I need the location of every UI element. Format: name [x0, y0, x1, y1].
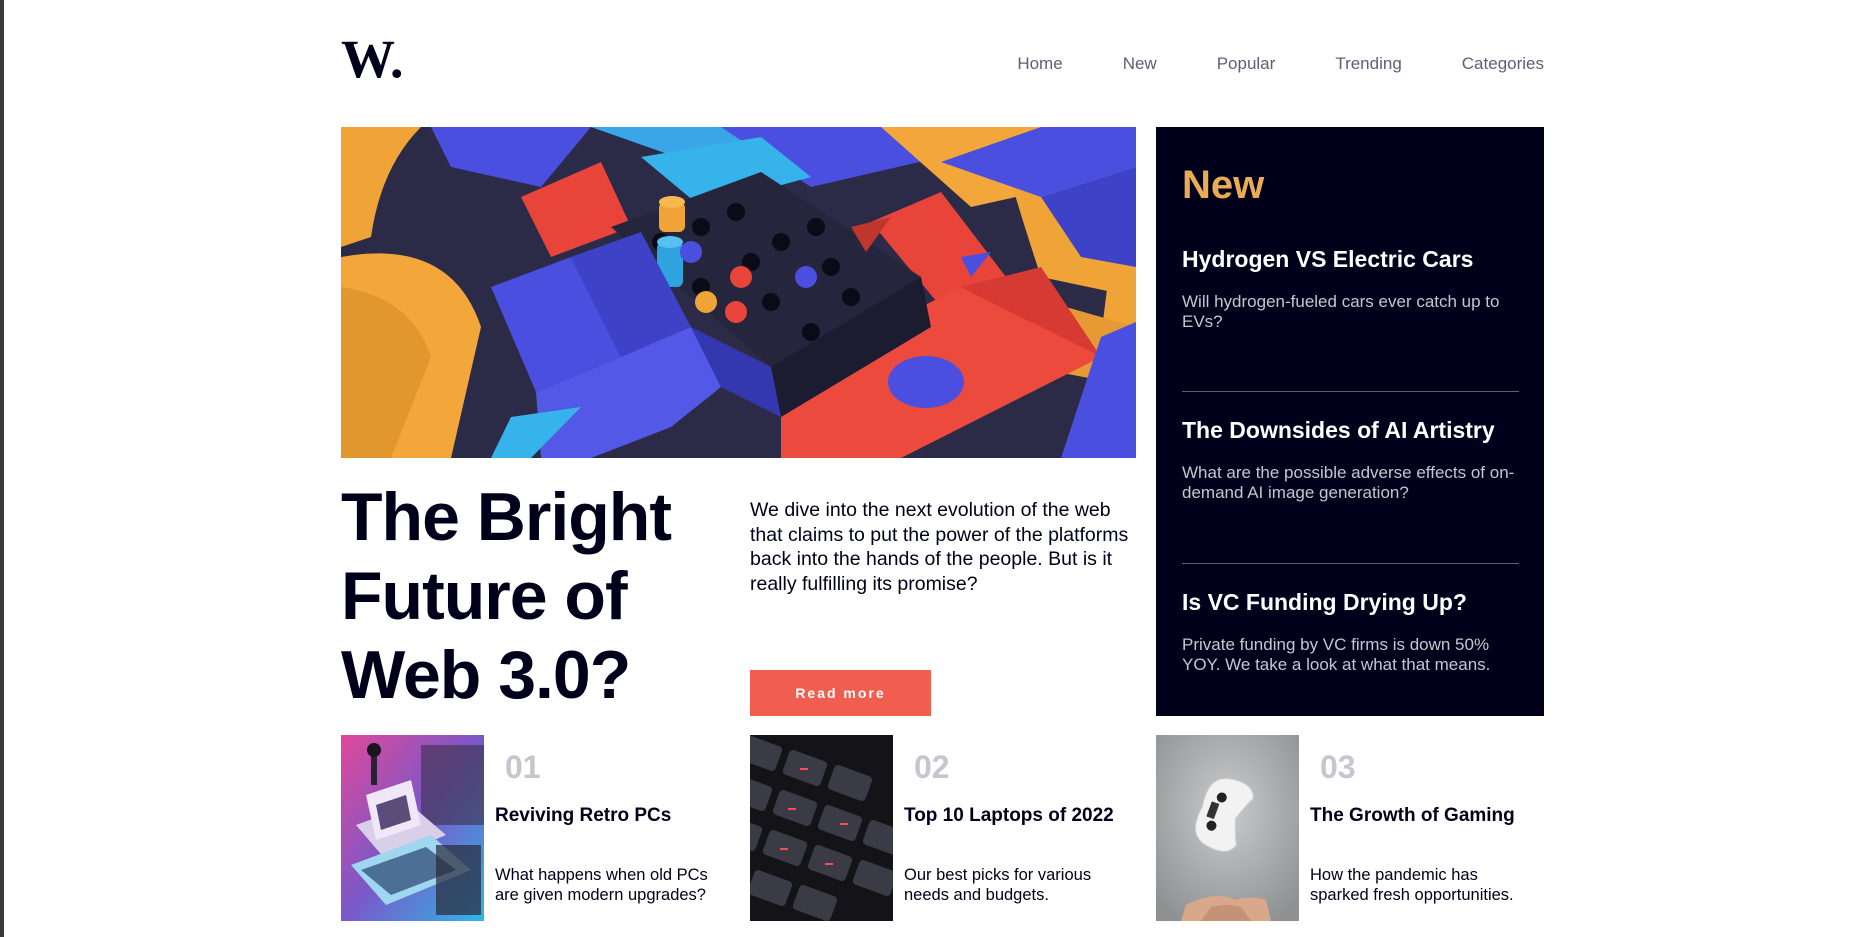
card-title[interactable]: The Growth of Gaming	[1310, 805, 1515, 827]
retro-pc-image[interactable]	[341, 735, 484, 921]
article-card[interactable]: 01 Reviving Retro PCs What happens when …	[341, 735, 721, 921]
card-description: What happens when old PCs are given mode…	[495, 866, 708, 904]
article-card[interactable]: 02 Top 10 Laptops of 2022 Our best picks…	[750, 735, 1130, 921]
page-container: W. Home New Popular Trending Categories	[340, 0, 1544, 937]
hero-title: The Bright Future of Web 3.0?	[341, 479, 672, 713]
nav-categories[interactable]: Categories	[1462, 52, 1544, 76]
card-title[interactable]: Top 10 Laptops of 2022	[904, 805, 1114, 827]
new-article-description: What are the possible adverse effects of…	[1182, 463, 1515, 502]
new-panel-heading: New	[1182, 163, 1265, 207]
new-article-item[interactable]: Hydrogen VS Electric Cars Will hydrogen-…	[1182, 244, 1519, 332]
new-article-description: Private funding by VC firms is down 50% …	[1182, 635, 1491, 674]
hero-image	[341, 127, 1136, 458]
card-description: How the pandemic has sparked fresh oppor…	[1310, 866, 1514, 904]
nav-new[interactable]: New	[1123, 52, 1157, 76]
new-panel-divider	[1182, 563, 1519, 564]
nav-trending[interactable]: Trending	[1335, 52, 1401, 76]
site-logo[interactable]: W.	[341, 37, 407, 83]
read-more-button[interactable]: Read more	[750, 670, 931, 716]
hero-description: We dive into the next evolution of the w…	[750, 499, 1129, 595]
card-description: Our best picks for various needs and bud…	[904, 866, 1092, 904]
new-article-item[interactable]: Is VC Funding Drying Up? Private funding…	[1182, 587, 1519, 675]
new-articles-panel: New Hydrogen VS Electric Cars Will hydro…	[1156, 127, 1544, 716]
new-article-description: Will hydrogen-fueled cars ever catch up …	[1182, 292, 1500, 331]
nav-popular[interactable]: Popular	[1217, 52, 1276, 76]
new-article-title[interactable]: Hydrogen VS Electric Cars	[1182, 244, 1519, 274]
window-left-edge	[0, 0, 4, 937]
article-card[interactable]: 03 The Growth of Gaming How the pandemic…	[1156, 735, 1536, 921]
nav-home[interactable]: Home	[1017, 52, 1062, 76]
new-article-item[interactable]: The Downsides of AI Artistry What are th…	[1182, 415, 1519, 503]
new-article-title[interactable]: Is VC Funding Drying Up?	[1182, 587, 1519, 617]
new-panel-divider	[1182, 391, 1519, 392]
card-number: 01	[505, 749, 541, 785]
card-number: 03	[1320, 749, 1356, 785]
logo-text: W.	[341, 37, 404, 83]
laptop-keyboard-image[interactable]	[750, 735, 893, 921]
main-nav: Home New Popular Trending Categories	[957, 52, 1544, 76]
card-number: 02	[914, 749, 950, 785]
new-article-title[interactable]: The Downsides of AI Artistry	[1182, 415, 1519, 445]
card-title[interactable]: Reviving Retro PCs	[495, 805, 671, 827]
game-controller-image[interactable]	[1156, 735, 1299, 921]
